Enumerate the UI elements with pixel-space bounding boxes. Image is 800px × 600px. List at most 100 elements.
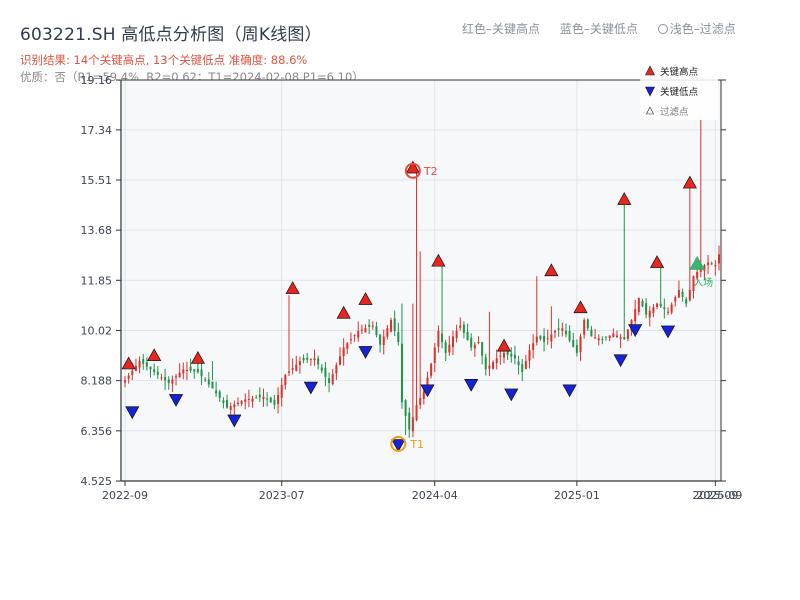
candle-body [124,380,126,383]
x-tick-label: 2024-04 [412,489,458,502]
candle-body [175,376,178,378]
candle-body [656,303,659,308]
candle-body [674,297,677,302]
candle-body [451,336,454,347]
candle-body [710,263,713,265]
candle-body [346,343,349,349]
candle-body [153,369,156,373]
candle-body [462,324,465,333]
candle-body [473,344,476,349]
candle-body [688,289,691,301]
candle-body [419,398,422,405]
y-tick-label: 17.34 [81,124,113,137]
candle-body [499,355,502,357]
candle-body [612,333,615,338]
candle-body [477,341,480,343]
y-tick-label: 4.525 [81,475,113,488]
candle-body [641,300,644,307]
candle-body [645,303,648,315]
kline-chart: T1 T2 入场 4.525 6.356 8.188 10.02 11.85 13.68 15.… [81,62,742,502]
candle-body [218,391,221,399]
candle-body [251,398,254,402]
candle-body [324,367,327,377]
candle-body [433,347,436,364]
candle-body [138,361,141,368]
candle-body [554,330,557,333]
candle-body [353,335,356,337]
y-tick-label: 19.16 [81,74,113,87]
candle-body [532,343,535,350]
candle-body [200,369,203,377]
candle-body [411,417,414,432]
candle-body [145,362,148,367]
t1-label: T1 [409,438,424,451]
candle-body [269,397,272,403]
y-tick-label: 8.188 [81,375,113,388]
candle-body [586,319,589,329]
candle-body [579,336,582,353]
candle-body [422,391,425,399]
candle-body [437,330,440,347]
candle-body [564,330,567,335]
candle-body [685,298,688,304]
candle-body [247,398,250,400]
candle-body [623,337,626,340]
candle-body [557,328,560,330]
candle-body [659,303,662,307]
candle-body [466,331,469,341]
candle-body [666,311,669,313]
candle-body [255,397,258,399]
candle-body [601,339,604,341]
candle-body [349,339,352,341]
candle-body [718,254,720,264]
candle-body [670,304,673,313]
candle-body [524,361,527,370]
candle-body [339,356,342,365]
candle-body [364,328,367,333]
candle-body [167,379,170,384]
candle-body [244,399,247,402]
candle-body [615,335,618,338]
candle-body [470,337,473,348]
candle-body [236,402,239,404]
candle-body [495,358,498,364]
plot-legend: 关键高点 关键低点 过滤点 [640,62,718,120]
candle-body [568,330,571,341]
candle-body [320,367,323,371]
candle-body [455,330,458,339]
candle-body [313,358,316,361]
candle-body [430,363,433,376]
candle-body [681,291,684,297]
candle-body [605,336,608,338]
candle-body [597,338,600,341]
candle-body [492,362,495,369]
candle-body [215,390,218,394]
legend-high-label: 关键高点 [660,66,699,78]
candle-body [550,334,553,342]
candle-body [178,372,181,378]
candle-body [444,342,447,353]
candle-body [608,335,611,338]
x-tick-label: 2025-01 [554,489,600,502]
candle-body [273,399,276,405]
candle-body [360,329,363,331]
candle-body [459,325,462,329]
y-tick-label: 10.02 [81,324,113,337]
candle-body [539,335,542,340]
candle-body [182,369,185,374]
y-tick-label: 6.356 [81,425,113,438]
candle-body [306,357,309,360]
candle-body [594,337,597,339]
candle-body [193,369,196,372]
legend-low-label: 关键低点 [660,86,699,98]
candle-body [714,265,717,267]
candle-body [543,336,546,342]
candle-body [561,328,564,331]
candle-body [160,377,163,379]
candle-body [404,400,407,416]
candle-body [521,364,524,373]
candle-body [546,338,549,340]
candle-body [572,339,575,347]
candle-body [331,374,334,385]
x-tick-label: 2022-09 [102,489,148,502]
